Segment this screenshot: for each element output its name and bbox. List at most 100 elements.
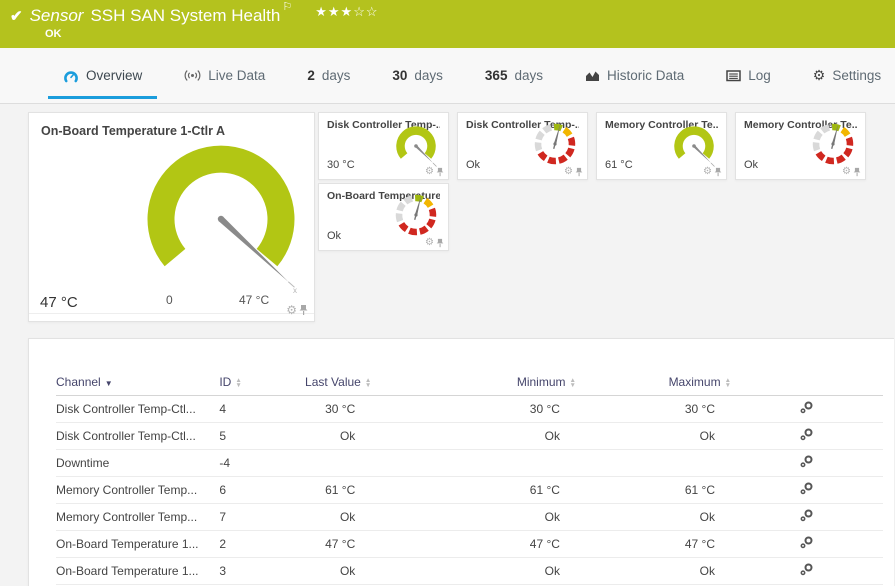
- cell-id: 7: [219, 503, 286, 530]
- cell-minimum: Ok: [371, 557, 576, 584]
- channel-settings-icon[interactable]: [800, 482, 814, 498]
- gear-icon: ⚙: [813, 67, 826, 84]
- tab-live-data-label: Live Data: [208, 68, 265, 83]
- cell-last-value: 61 °C: [287, 476, 372, 503]
- column-header-maximum[interactable]: Maximum▲▼: [576, 369, 731, 395]
- sensor-title-text: SSH SAN System Health: [90, 6, 280, 25]
- channel-settings-icon[interactable]: [800, 509, 814, 525]
- cell-id: 5: [219, 422, 286, 449]
- priority-stars[interactable]: ★★★☆☆: [315, 4, 378, 20]
- cell-channel: Disk Controller Temp-Ctl...: [56, 395, 219, 422]
- gauge-settings-gear-icon[interactable]: ⚙: [425, 166, 434, 177]
- mini-gauges-grid: Disk Controller Temp-... 30 °C ⚙ Disk Co…: [318, 112, 895, 251]
- channel-settings-icon[interactable]: [800, 428, 814, 444]
- mini-gauge-card-memory-status[interactable]: Memory Controller Te...: [735, 112, 866, 180]
- tab-30-days[interactable]: 30 days: [377, 48, 458, 103]
- tab-log[interactable]: Log: [711, 48, 786, 103]
- status-badge: OK: [45, 28, 895, 40]
- pin-icon[interactable]: [299, 304, 308, 316]
- tab-live-data[interactable]: Live Data: [169, 48, 280, 103]
- tab-historic-data[interactable]: Historic Data: [570, 48, 699, 103]
- cell-maximum: Ok: [576, 557, 731, 584]
- channel-table: Channel▼ ID ▲▼ Last Value▲▼ Minimum ▲▼ Max…: [56, 369, 883, 585]
- primary-gauge-value: 47 °C: [40, 294, 78, 311]
- tab-2-days[interactable]: 2 days: [292, 48, 365, 103]
- cell-channel: Downtime: [56, 449, 219, 476]
- column-header-id[interactable]: ID ▲▼: [219, 369, 286, 395]
- gauge-settings-gear-icon[interactable]: ⚙: [564, 166, 573, 177]
- gauge-settings-gear-icon[interactable]: ⚙: [842, 166, 851, 177]
- gauge-icon: [63, 69, 79, 83]
- tab-log-label: Log: [748, 68, 771, 83]
- gauge-scale-min: 0: [166, 293, 173, 307]
- column-header-channel[interactable]: Channel▼: [56, 369, 219, 395]
- pin-icon[interactable]: [575, 167, 583, 177]
- tab-365-days[interactable]: 365 days: [470, 48, 558, 103]
- flag-icon: ⚐: [282, 1, 292, 13]
- table-header-row: Channel▼ ID ▲▼ Last Value▲▼ Minimum ▲▼ Max…: [56, 369, 883, 395]
- cell-last-value: [287, 449, 372, 476]
- cell-last-value: Ok: [287, 557, 372, 584]
- cell-id: 6: [219, 476, 286, 503]
- column-header-maximum-label: Maximum: [669, 375, 721, 389]
- cell-minimum: 61 °C: [371, 476, 576, 503]
- gauge-settings-gear-icon[interactable]: ⚙: [286, 303, 297, 317]
- mini-gauge-value: Ok: [466, 159, 480, 171]
- tab-overview[interactable]: Overview: [48, 48, 157, 103]
- tab-2-days-label: days: [322, 68, 351, 83]
- cell-maximum: 61 °C: [576, 476, 731, 503]
- channel-settings-icon[interactable]: [800, 455, 814, 471]
- cell-maximum: Ok: [576, 422, 731, 449]
- channel-settings-icon[interactable]: [800, 563, 814, 579]
- object-kind-label: Sensor: [30, 6, 84, 26]
- tab-365-days-label: days: [514, 68, 543, 83]
- cell-channel: On-Board Temperature 1...: [56, 530, 219, 557]
- sensor-title: SSH SAN System Health⚐: [90, 6, 292, 26]
- mini-gauge-dial-segmented: [529, 118, 581, 168]
- mini-gauge-card-memory-temp[interactable]: Memory Controller Te... 61 °C ⚙: [596, 112, 727, 180]
- status-check-icon: ✔: [10, 7, 23, 25]
- sort-descending-icon: ▼: [105, 379, 113, 388]
- gauge-settings-gear-icon[interactable]: ⚙: [703, 166, 712, 177]
- overview-content: On-Board Temperature 1-Ctlr A x 47 °C 0 …: [0, 104, 895, 586]
- sort-icon: ▲▼: [235, 378, 241, 388]
- cell-channel: On-Board Temperature 1...: [56, 557, 219, 584]
- sort-icon: ▲▼: [365, 378, 371, 388]
- card-divider: [29, 313, 314, 314]
- mini-gauge-card-onboard-status[interactable]: On-Board Temperature...: [318, 183, 449, 251]
- pin-icon[interactable]: [436, 167, 444, 177]
- column-header-minimum[interactable]: Minimum ▲▼: [371, 369, 576, 395]
- cell-minimum: [371, 449, 576, 476]
- cell-id: -4: [219, 449, 286, 476]
- tab-settings[interactable]: ⚙ Settings: [798, 48, 895, 103]
- table-row: Disk Controller Temp-Ctl... 5 Ok Ok Ok: [56, 422, 883, 449]
- tab-30-days-number: 30: [392, 68, 407, 83]
- pin-icon[interactable]: [436, 238, 444, 248]
- column-header-id-label: ID: [219, 375, 231, 389]
- channel-table-card: Channel▼ ID ▲▼ Last Value▲▼ Minimum ▲▼ Max…: [28, 338, 894, 586]
- pin-icon[interactable]: [853, 167, 861, 177]
- pin-icon[interactable]: [714, 167, 722, 177]
- tab-365-days-number: 365: [485, 68, 508, 83]
- area-chart-icon: [585, 69, 600, 82]
- column-header-minimum-label: Minimum: [517, 375, 566, 389]
- cell-id: 2: [219, 530, 286, 557]
- gauge-settings-gear-icon[interactable]: ⚙: [425, 237, 434, 248]
- live-data-icon: [184, 69, 201, 82]
- tab-2-days-number: 2: [307, 68, 315, 83]
- table-row: Memory Controller Temp... 7 Ok Ok Ok: [56, 503, 883, 530]
- channel-settings-icon[interactable]: [800, 401, 814, 417]
- mini-gauge-card-disk-temp[interactable]: Disk Controller Temp-... 30 °C ⚙: [318, 112, 449, 180]
- table-row: Memory Controller Temp... 6 61 °C 61 °C …: [56, 476, 883, 503]
- cell-maximum: [576, 449, 731, 476]
- channel-settings-icon[interactable]: [800, 536, 814, 552]
- mini-gauge-card-disk-status[interactable]: Disk Controller Temp-...: [457, 112, 588, 180]
- mini-gauge-value: 61 °C: [605, 159, 633, 171]
- column-header-last-value[interactable]: Last Value▲▼: [287, 369, 372, 395]
- tab-settings-label: Settings: [832, 68, 881, 83]
- mini-gauge-dial-green: [390, 125, 442, 171]
- mini-gauge-value: 30 °C: [327, 159, 355, 171]
- cell-last-value: Ok: [287, 422, 372, 449]
- stars-empty: ☆☆: [353, 4, 378, 19]
- sort-icon: ▲▼: [570, 378, 576, 388]
